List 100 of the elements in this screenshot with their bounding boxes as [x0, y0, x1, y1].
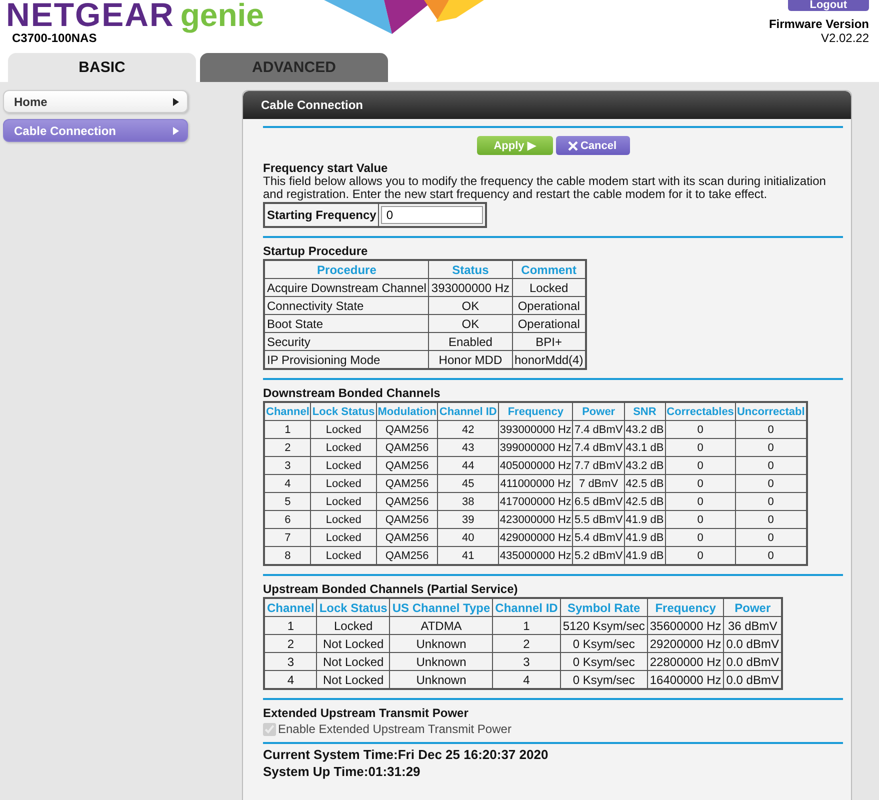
firmware-version: V2.02.22 [820, 31, 869, 45]
table-cell: Locked [310, 492, 376, 510]
table-cell: 43.2 dB [624, 456, 666, 474]
table-cell: ATDMA [390, 616, 493, 634]
section-heading: Downstream Bonded Channels [263, 386, 442, 400]
table-cell: QAM256 [376, 492, 438, 510]
table-cell: 3 [264, 456, 311, 474]
column-header: Channel ID [438, 402, 498, 420]
table-cell: 0 [665, 456, 736, 474]
table-cell: Locked [310, 528, 376, 546]
table-cell: Locked [310, 438, 376, 456]
table-cell: Locked [310, 510, 376, 528]
table-cell: Not Locked [316, 634, 390, 652]
cancel-button[interactable]: Cancel [556, 136, 630, 155]
table-cell: 6 [264, 510, 311, 528]
table-cell: Unknown [390, 634, 493, 652]
column-header: Correctables [665, 402, 736, 420]
table-cell: QAM256 [376, 420, 438, 438]
triangle-icon [173, 98, 179, 106]
table-cell: 38 [438, 492, 498, 510]
column-header: Lock Status [310, 402, 376, 420]
table-cell: 0 Ksym/sec [560, 652, 648, 670]
table-cell: 44 [438, 456, 498, 474]
table-cell: Enabled [428, 332, 512, 350]
table-cell: 43.1 dB [624, 438, 666, 456]
table-cell: 1 [492, 616, 560, 634]
table-cell: 0 [665, 474, 736, 492]
table-cell: 45 [438, 474, 498, 492]
table-cell: 5120 Ksym/sec [560, 616, 648, 634]
table-cell: Locked [316, 616, 390, 634]
table-cell: 0 [665, 510, 736, 528]
table-cell: QAM256 [376, 438, 438, 456]
tab[interactable]: BASIC [8, 53, 196, 82]
table-cell: 5.5 dBmV [572, 510, 624, 528]
table-cell: 7 [264, 528, 311, 546]
table-cell: Security [264, 332, 429, 350]
table-cell: 0 [665, 492, 736, 510]
table-cell: 42.5 dB [624, 474, 666, 492]
table-cell: 393000000 Hz [428, 278, 512, 296]
section-heading: Startup Procedure [263, 244, 369, 258]
table-cell: 435000000 Hz [498, 546, 573, 565]
table-cell: 5 [264, 492, 311, 510]
section-heading: Extended Upstream Transmit Power [263, 706, 470, 720]
table-cell: 7 dBmV [572, 474, 624, 492]
table-cell: Connectivity State [264, 296, 429, 314]
table-cell: 2 [492, 634, 560, 652]
table-cell: 42 [438, 420, 498, 438]
table-cell: 43.2 dB [624, 420, 666, 438]
column-header: Lock Status [316, 598, 390, 616]
table-cell: 29200000 Hz [647, 634, 724, 652]
table-cell: 3 [492, 652, 560, 670]
table-cell: 0 Ksym/sec [560, 634, 648, 652]
section-heading: Upstream Bonded Channels (Partial Service) [263, 582, 519, 596]
logout-button[interactable]: Logout [788, 0, 869, 11]
column-header: Channel ID [492, 598, 560, 616]
table-cell: QAM256 [376, 510, 438, 528]
table-cell: Locked [310, 420, 376, 438]
product-logo: genie [180, 0, 264, 34]
table-cell: 399000000 Hz [498, 438, 573, 456]
table-cell: Not Locked [316, 652, 390, 670]
brand-logo: NETGEAR [6, 0, 174, 34]
frequency-input[interactable]: 0 [381, 206, 484, 224]
table-cell: 0 [665, 420, 736, 438]
column-header: Status [428, 260, 512, 278]
tab[interactable]: ADVANCED [200, 53, 388, 82]
table-cell: QAM256 [376, 474, 438, 492]
panel-title: Cable Connection [243, 91, 851, 119]
table-cell: 5.2 dBmV [572, 546, 624, 565]
table-cell: Locked [310, 474, 376, 492]
checkbox-label: Enable Extended Upstream Transmit Power [278, 722, 512, 736]
table-cell: 39 [438, 510, 498, 528]
table-cell: 41.9 dB [624, 528, 666, 546]
table-cell: 393000000 Hz [498, 420, 573, 438]
triangle-icon [173, 126, 179, 134]
description-text: This field below allows you to modify the frequency the cable modem start with its scan during initialization and registration. Enter the new start frequency and restart the cable modem for it to take effect. [263, 175, 827, 201]
column-header: Frequency [647, 598, 724, 616]
table-cell: 22800000 Hz [647, 652, 724, 670]
table-cell: 6.5 dBmV [572, 492, 624, 510]
table-cell: 1 [264, 616, 317, 634]
table-cell: OK [428, 296, 512, 314]
system-time: Current System Time:Fri Dec 25 16:20:37 2020 [263, 747, 550, 762]
table-cell: 41.9 dB [624, 546, 666, 565]
table-cell: Boot State [264, 314, 429, 332]
column-header: Symbol Rate [560, 598, 648, 616]
table-cell: QAM256 [376, 456, 438, 474]
table-cell: 0 [665, 528, 736, 546]
section-heading: Frequency start Value [263, 161, 389, 175]
table-cell: 4 [264, 474, 311, 492]
sidebar-item[interactable]: Home [3, 90, 188, 113]
column-header: Channel [264, 402, 311, 420]
table-cell: 1 [264, 420, 311, 438]
sidebar-item[interactable]: Cable Connection [3, 119, 188, 142]
table-cell: Acquire Downstream Channel [264, 278, 429, 296]
table-cell: OK [428, 314, 512, 332]
column-header: Modulation [376, 402, 438, 420]
table-cell: 41.9 dB [624, 510, 666, 528]
column-header: Frequency [498, 402, 573, 420]
table-cell: 0 [665, 438, 736, 456]
table-cell: Locked [310, 456, 376, 474]
column-header: Procedure [264, 260, 429, 278]
